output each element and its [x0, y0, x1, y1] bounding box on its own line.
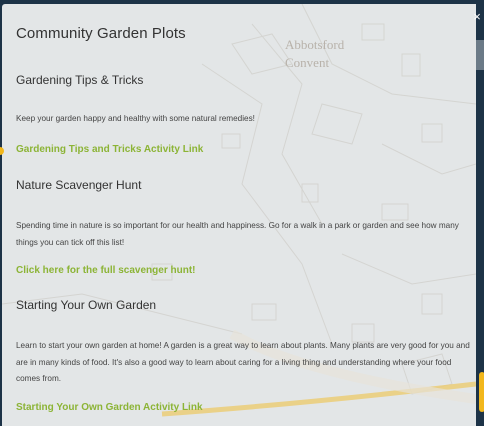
own-garden-activity-link[interactable]: Starting Your Own Garden Activity Link — [16, 402, 203, 413]
scavenger-hunt-link[interactable]: Click here for the full scavenger hunt! — [16, 265, 195, 276]
route-highlight — [479, 372, 484, 412]
section-heading-scavenger-hunt: Nature Scavenger Hunt — [16, 178, 142, 192]
section-heading-gardening-tips: Gardening Tips & Tricks — [16, 73, 144, 87]
scrollbar[interactable] — [476, 40, 484, 70]
modal-title: Community Garden Plots — [16, 25, 186, 42]
gardening-tips-activity-link[interactable]: Gardening Tips and Tricks Activity Link — [16, 144, 203, 155]
section-heading-own-garden: Starting Your Own Garden — [16, 298, 157, 312]
modal-content: Community Garden Plots Gardening Tips & … — [2, 4, 476, 426]
section-text-gardening-tips: Keep your garden happy and healthy with … — [16, 114, 255, 123]
close-icon[interactable]: × — [470, 10, 484, 24]
section-text-scavenger-hunt: Spending time in nature is so important … — [16, 221, 459, 247]
info-modal: Abbotsford Convent Community Garden Plot… — [2, 4, 476, 426]
section-text-own-garden: Learn to start your own garden at home! … — [16, 341, 470, 383]
